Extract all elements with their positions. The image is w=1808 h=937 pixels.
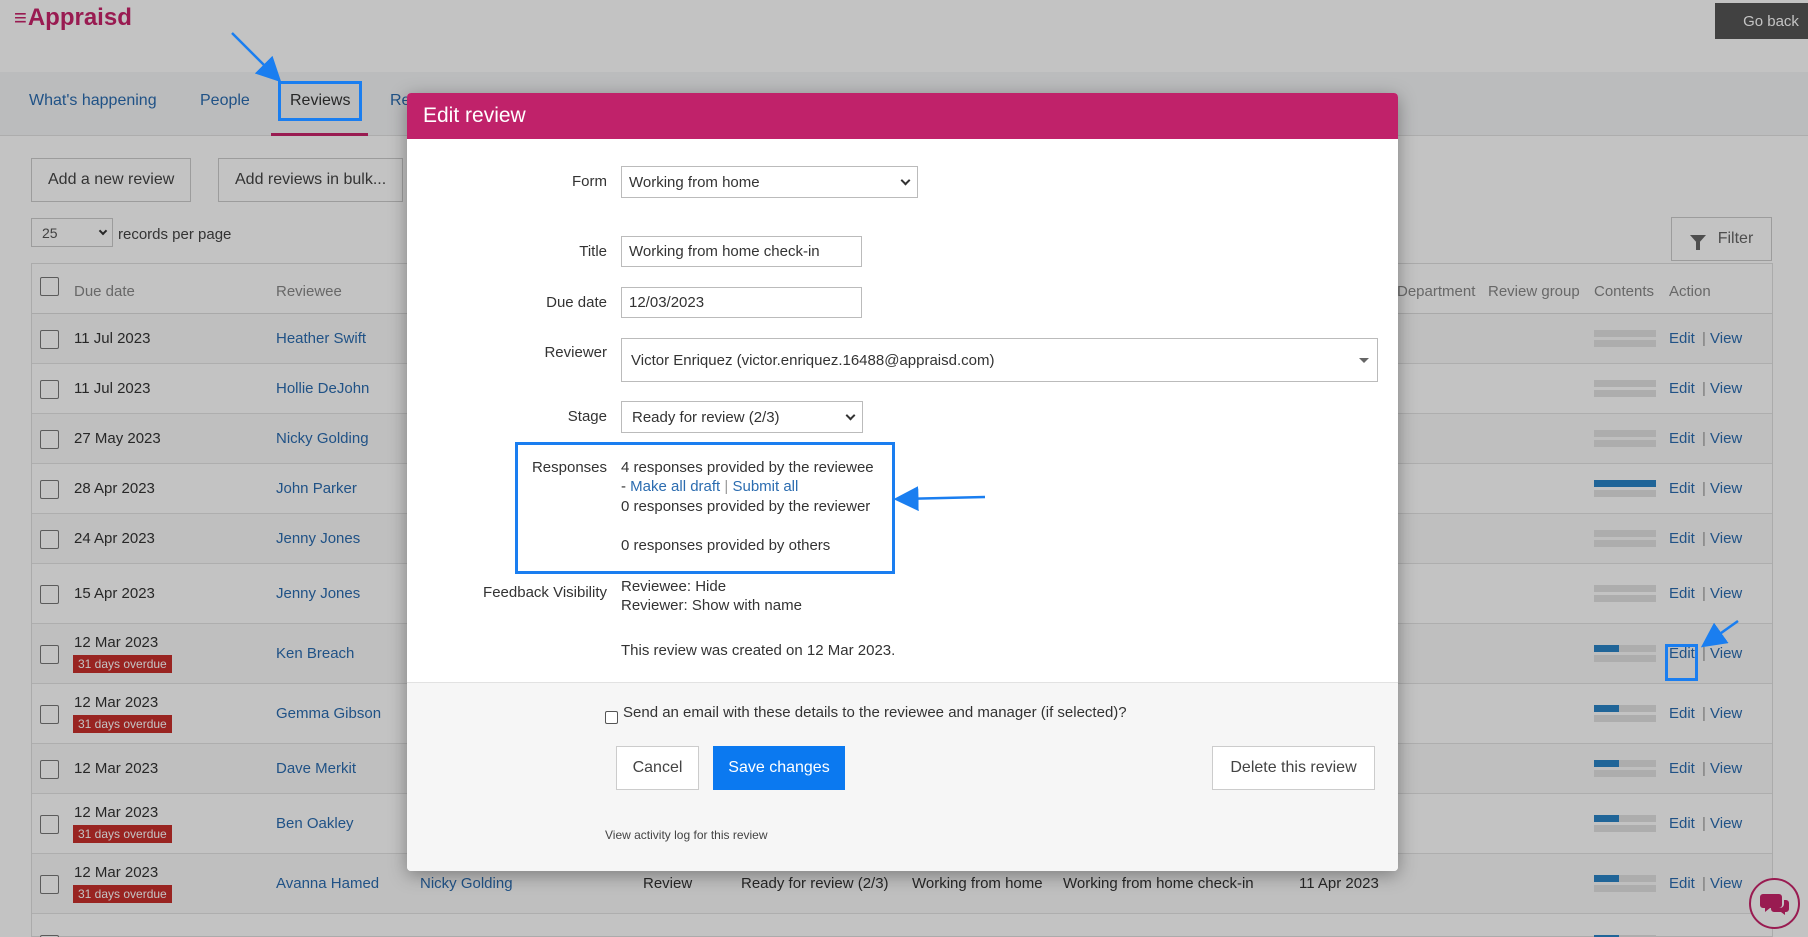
reviews-tab-highlight [278,81,362,121]
form-select[interactable]: Working from home [621,166,918,198]
reviewer-select[interactable]: Victor Enriquez (victor.enriquez.16488@a… [621,338,1378,382]
created-note: This review was created on 12 Mar 2023. [621,642,896,659]
chevron-down-icon [845,410,856,420]
email-label[interactable]: Send an email with these details to the … [623,704,1127,721]
cancel-button[interactable]: Cancel [616,746,699,790]
due-date-label: Due date [546,294,607,311]
form-label: Form [572,173,607,190]
stage-value: Ready for review (2/3) [632,408,780,426]
delete-review-button[interactable]: Delete this review [1212,746,1375,790]
stage-label: Stage [567,408,607,425]
due-date-input[interactable]: 12/03/2023 [621,287,862,318]
stage-select[interactable]: Ready for review (2/3) [621,401,863,433]
title-input[interactable]: Working from home check-in [621,236,862,267]
reviewer-value: Victor Enriquez (victor.enriquez.16488@a… [631,351,995,369]
chevron-down-icon [900,175,911,185]
visibility-label: Feedback Visibility [483,584,607,601]
email-checkbox[interactable] [605,711,618,724]
activity-log-link[interactable]: View activity log for this review [605,828,768,842]
modal-footer: Send an email with these details to the … [407,682,1398,871]
modal-title: Edit review [407,93,1398,139]
save-changes-button[interactable]: Save changes [713,746,845,790]
visibility-reviewee: Reviewee: Hide [621,578,727,595]
reviewer-label: Reviewer [544,344,607,361]
title-label: Title [579,243,607,260]
form-select-value: Working from home [629,173,760,191]
due-date-value: 12/03/2023 [629,294,705,311]
visibility-reviewer: Reviewer: Show with name [621,597,802,614]
edit-link-highlight [1665,644,1698,681]
responses-highlight [515,442,895,574]
title-input-value: Working from home check-in [629,243,820,260]
caret-down-icon [1359,357,1369,363]
